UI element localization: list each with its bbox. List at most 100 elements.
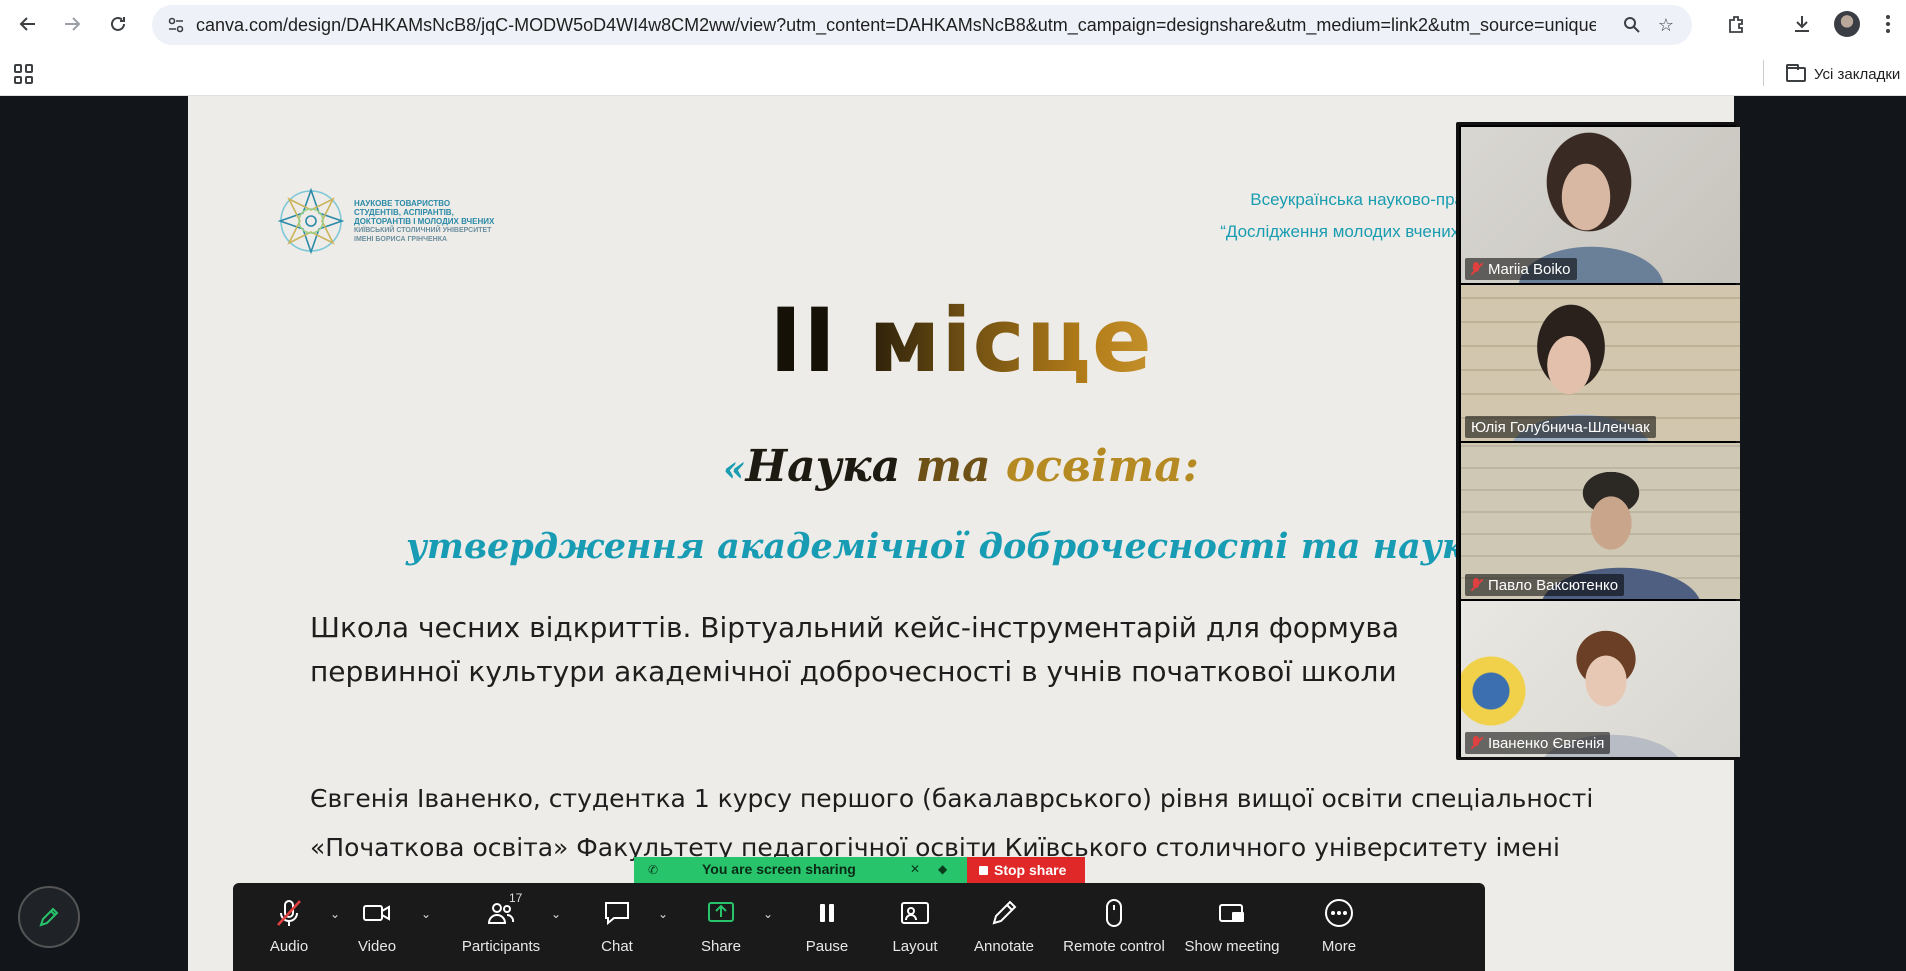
sharing-status-text: You are screen sharing (702, 861, 856, 877)
url-text[interactable]: canva.com/design/DAHKAMsNcB8/jqC-MODW5oD… (196, 15, 1596, 36)
author-line: Євгенія Іваненко, студентка 1 курсу перш… (310, 784, 1594, 813)
muted-mic-icon (1469, 736, 1483, 750)
video-tile[interactable]: Іваненко Євгенія (1461, 601, 1740, 757)
society-logo: НАУКОВЕ ТОВАРИСТВО СТУДЕНТІВ, АСПІРАНТІВ… (274, 184, 514, 258)
chat-bubble-icon (601, 897, 633, 929)
pencil-icon (39, 907, 59, 927)
share-screen-icon (705, 897, 737, 929)
address-bar[interactable]: canva.com/design/DAHKAMsNcB8/jqC-MODW5oD… (152, 5, 1692, 45)
logo-subline: КИЇВСЬКИЙ СТОЛИЧНИЙ УНІВЕРСИТЕТ (354, 226, 492, 234)
participant-name: Павло Ваксютенко (1488, 576, 1619, 594)
meeting-controls: Audio ⌄ Video ⌄ 17 Participants ⌄ Chat ⌄ (233, 883, 1485, 971)
video-tile-active-speaker[interactable]: Юлія Голубнича-Шленчак (1461, 285, 1740, 441)
conference-title: Всеукраїнська науково-пра “Дослідження м… (1220, 184, 1464, 248)
menu-icon[interactable] (1874, 10, 1902, 38)
profile-avatar[interactable] (1834, 11, 1860, 37)
chat-button[interactable]: Chat (581, 883, 653, 971)
show-meeting-window-icon (1216, 897, 1248, 929)
muted-mic-icon (1469, 262, 1483, 276)
pencil-fab[interactable] (18, 886, 80, 948)
layout-label: Layout (892, 938, 938, 955)
participants-button[interactable]: 17 Participants (451, 883, 551, 971)
participant-name-tag: Іваненко Євгенія (1465, 732, 1611, 754)
participant-name: Іваненко Євгенія (1488, 734, 1605, 752)
zoom-icon[interactable] (1620, 13, 1644, 37)
participant-name-tag: Mariia Boiko (1465, 258, 1577, 280)
logo-text: НАУКОВЕ ТОВАРИСТВО СТУДЕНТІВ, АСПІРАНТІВ… (354, 199, 514, 244)
screen-share-indicator: ✆ You are screen sharing ✕ ◆ Stop share (634, 857, 1085, 883)
title-word: Наука (745, 441, 916, 492)
title-word: освіта: (1005, 441, 1199, 492)
extensions-icon[interactable] (1722, 10, 1750, 38)
camera-icon (361, 897, 393, 929)
participants-label: Participants (461, 938, 541, 955)
back-icon[interactable] (14, 10, 42, 38)
audio-options-chevron-icon[interactable]: ⌄ (330, 907, 340, 921)
all-bookmarks[interactable]: Усі закладки (1786, 62, 1900, 86)
annotate-button[interactable]: Annotate (959, 883, 1049, 971)
logo-mandala-icon (277, 187, 345, 255)
annotate-pen-icon (988, 897, 1020, 929)
phone-icon: ✆ (648, 863, 659, 877)
show-meeting-button[interactable]: Show meeting (1177, 883, 1287, 971)
reload-icon[interactable] (104, 10, 132, 38)
layout-icon (899, 897, 931, 929)
bookmark-star-icon[interactable]: ☆ (1654, 13, 1678, 37)
stop-share-label: Stop share (994, 862, 1067, 878)
chat-options-chevron-icon[interactable]: ⌄ (658, 907, 668, 921)
participants-count-badge: 17 (509, 891, 523, 905)
share-label: Share (700, 938, 742, 955)
show-meeting-label: Show meeting (1184, 938, 1280, 955)
share-button[interactable]: Share (685, 883, 757, 971)
video-tile[interactable]: Павло Ваксютенко (1461, 443, 1740, 599)
conference-line: “Дослідження молодих вчених: (1220, 222, 1464, 241)
video-options-chevron-icon[interactable]: ⌄ (421, 907, 431, 921)
video-button[interactable]: Video (341, 883, 413, 971)
site-settings-icon[interactable] (162, 16, 190, 34)
bookmarks-bar: Усі закладки (0, 50, 1906, 96)
mic-muted-icon (273, 897, 305, 929)
sharing-status-bar[interactable]: ✆ You are screen sharing ✕ ◆ (634, 857, 967, 883)
audio-label: Audio (269, 938, 309, 955)
annotate-label: Annotate (973, 938, 1035, 955)
layout-button[interactable]: Layout (879, 883, 951, 971)
video-tile[interactable]: Mariia Boiko (1461, 127, 1740, 283)
logo-line: СТУДЕНТІВ, АСПІРАНТІВ, (354, 207, 454, 217)
pause-icon (811, 897, 843, 929)
remote-control-button[interactable]: Remote control (1059, 883, 1169, 971)
mic-off-icon[interactable]: ✕ (910, 862, 920, 876)
audio-button[interactable]: Audio (253, 883, 325, 971)
title-word: та (915, 441, 1006, 492)
folder-icon (1786, 63, 1806, 82)
logo-line: ДОКТОРАНТІВ І МОЛОДИХ ВЧЕНИХ (354, 216, 495, 226)
pause-share-button[interactable]: Pause (791, 883, 863, 971)
participants-options-chevron-icon[interactable]: ⌄ (551, 907, 561, 921)
apps-grid-icon[interactable] (14, 64, 34, 84)
chat-label: Chat (601, 938, 633, 955)
logo-line: НАУКОВЕ ТОВАРИСТВО (354, 198, 451, 208)
muted-mic-icon (1469, 578, 1483, 592)
more-button[interactable]: More (1303, 883, 1375, 971)
stop-icon (979, 865, 988, 875)
mouse-icon (1098, 897, 1130, 929)
all-bookmarks-label: Усі закладки (1814, 65, 1901, 83)
browser-toolbar: canva.com/design/DAHKAMsNcB8/jqC-MODW5oD… (0, 0, 1906, 50)
pause-label: Pause (805, 938, 849, 955)
work-title: Школа чесних відкриттів. Віртуальний кей… (310, 606, 1399, 694)
work-title-line: Школа чесних відкриттів. Віртуальний кей… (310, 611, 1400, 644)
work-title-line: первинної культури академічної доброчесн… (310, 655, 1397, 688)
remote-control-label: Remote control (1063, 938, 1165, 955)
participant-name: Mariia Boiko (1488, 260, 1571, 278)
meeting-view: НАУКОВЕ ТОВАРИСТВО СТУДЕНТІВ, АСПІРАНТІВ… (0, 96, 1906, 971)
download-icon[interactable] (1788, 10, 1816, 38)
participant-name-tag: Юлія Голубнича-Шленчак (1465, 416, 1656, 438)
logo-subline: ІМЕНІ БОРИСА ГРІНЧЕНКА (354, 235, 448, 243)
share-options-chevron-icon[interactable]: ⌄ (763, 907, 773, 921)
shield-icon: ◆ (938, 862, 948, 876)
conference-line: Всеукраїнська науково-пра (1250, 190, 1464, 209)
more-dots-icon (1323, 897, 1355, 929)
forward-icon[interactable] (58, 10, 86, 38)
participant-name: Юлія Голубнича-Шленчак (1471, 418, 1650, 436)
video-label: Video (357, 938, 397, 955)
stop-share-button[interactable]: Stop share (967, 857, 1085, 883)
